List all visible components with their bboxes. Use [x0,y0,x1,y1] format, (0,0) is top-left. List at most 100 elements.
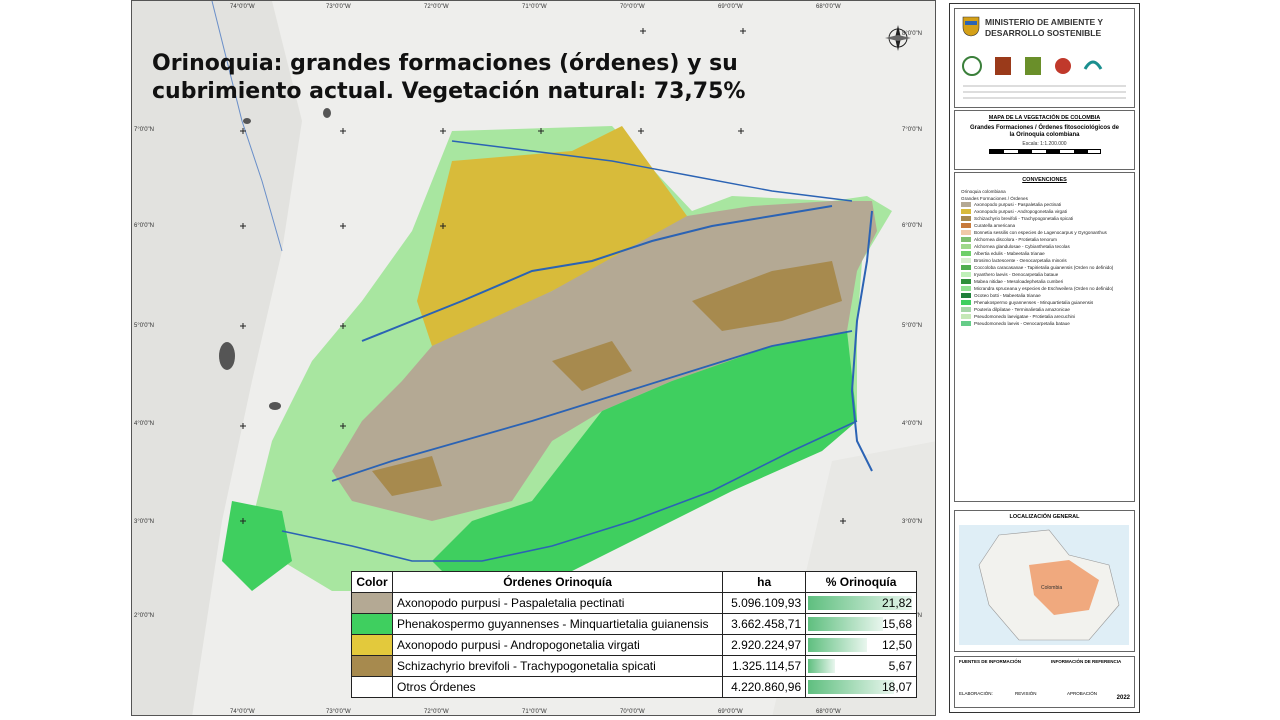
map-info-panel: MINISTERIO DE AMBIENTE Y DESARROLLO SOST… [949,3,1140,713]
legend-order-name: Otros Órdenes [391,676,724,698]
footer-aprobacion: APROBACIÓN [1067,691,1098,696]
side-legend-label: Ocoteo botti - Mabeetalia trianae [974,293,1041,298]
side-legend-item: Albertia edulis - Mabeetalia trianae [961,250,1128,257]
side-legend-label: Micrandra spruceana y especies de Eschwe… [974,286,1114,291]
legend-pct-value: 12,50 [881,638,912,652]
side-legend-label: Brosimo lactescente - Oenocarpetalia min… [974,258,1067,263]
legend-ha-value: 5.096.109,93 [722,592,807,614]
footer-elaboracion: ELABORACIÓN: [959,691,993,696]
institution-logos [961,55,1103,77]
header-orders: Órdenes Orinoquía [391,571,724,593]
legend-pct-value: 21,82 [881,596,912,610]
legend-row: Axonopodo purpusi - Paspaletalia pectina… [351,592,917,614]
coord-left-3: 5°0'0"N [134,323,155,329]
side-legend-label: Alchornea glandulosae - Cybianthetalia t… [974,244,1070,249]
footer-sources: FUENTES DE INFORMACIÓN [959,659,1022,664]
credits-line-1 [963,85,1126,87]
legend-table-header: Color Órdenes Orinoquía ha % Orinoquía [351,571,917,593]
ideam-logo-icon [1083,60,1103,70]
scale-bar [988,149,1101,154]
legend-pct-cell: 18,07 [805,676,917,698]
ministry-header: MINISTERIO DE AMBIENTE Y DESARROLLO SOST… [954,8,1135,108]
legend-ha-value: 2.920.224,97 [722,634,807,656]
legend-pct-cell: 5,67 [805,655,917,677]
header-pct: % Orinoquía [805,571,917,593]
map-subtitle-2: la Orinoquia colombiana [1009,132,1080,138]
side-legend-swatch [961,230,971,235]
side-legend-item: Micrandra spruceana y especies de Eschwe… [961,285,1128,292]
coord-right-2: 7°0'0"N [902,127,923,133]
conventions-block: CONVENCIONES Orinoquia colombiana Grande… [954,172,1135,502]
legend-ha-value: 4.220.860,96 [722,676,807,698]
coord-right-6: 3°0'0"N [902,519,923,525]
side-legend-label: Coccoloba caracasanae - Tapirietalia gui… [974,265,1114,270]
coord-top-6: 69°0'0"W [718,4,743,10]
legend-order-name: Axonopodo purpusi - Paspaletalia pectina… [391,592,724,614]
coord-bottom-3: 72°0'0"W [424,709,449,715]
legend-row: Axonopodo purpusi - Andropogonetalia vir… [351,634,917,656]
side-legend-item: Schizachyrio brevifoli - Trachypogonetal… [961,215,1128,222]
credits-line-2 [963,91,1126,93]
coord-top-2: 73°0'0"W [326,4,351,10]
panel-footer: FUENTES DE INFORMACIÓN INFORMACIÓN DE RE… [954,656,1135,708]
side-legend-list: Axonopodo purpusi - Paspaletalia pectina… [961,201,1128,327]
side-legend-swatch [961,265,971,270]
side-legend-swatch [961,244,971,249]
legend-pct-cell: 15,68 [805,613,917,635]
footer-reference: INFORMACIÓN DE REFERENCIA [1051,659,1122,664]
coord-top-3: 72°0'0"W [424,4,449,10]
legend-pct-cell: 12,50 [805,634,917,656]
side-legend-label: Curatella americana [974,223,1016,228]
side-legend-swatch [961,223,971,228]
legend-table-body: Axonopodo purpusi - Paspaletalia pectina… [351,592,917,698]
footer-revision: REVISIÓN [1015,691,1037,696]
coord-bottom-2: 73°0'0"W [326,709,351,715]
coord-left-5: 3°0'0"N [134,519,155,525]
side-legend-swatch [961,251,971,256]
side-legend-label: Axonopodo purpusi - Paspaletalia pectina… [974,202,1062,207]
side-legend-swatch [961,237,971,242]
coord-left-6: 2°0'0"N [134,613,155,619]
sinchi-logo-icon [995,57,1011,75]
side-legend-item: Alchornea discolora - Protietalia tenoru… [961,236,1128,243]
legend-pct-value: 18,07 [881,680,912,694]
side-legend-label: Schizachyrio brevifoli - Trachypogonetal… [974,216,1074,221]
coord-left-4: 4°0'0"N [134,421,155,427]
side-legend-swatch [961,258,971,263]
side-legend-label: Bonnetia sessilis con especies de Lageno… [974,230,1107,235]
legend-group-1: Orinoquia colombiana [961,189,1006,194]
side-legend-item: Ocoteo botti - Mabeetalia trianae [961,292,1128,299]
location-label: Colombia [1041,585,1063,591]
header-ha: ha [722,571,807,593]
humboldt-logo-icon [1025,57,1041,75]
city-bucaramanga [243,118,251,124]
credits-line-3 [963,97,1126,99]
coord-bottom-4: 71°0'0"W [522,709,547,715]
coord-bottom-1: 74°0'0"W [230,709,255,715]
side-legend-item: Alchornea glandulosae - Cybianthetalia t… [961,243,1128,250]
side-legend-item: Pseudomonedo laevis - Oenocarpetalia bat… [961,320,1128,327]
side-legend-swatch [961,307,971,312]
coord-bottom-6: 69°0'0"W [718,709,743,715]
university-logo-icon [962,56,982,76]
side-legend-label: Pouteria dilpilatae - Terminalietalia am… [974,307,1070,312]
legend-ha-value: 3.662.458,71 [722,613,807,635]
side-legend-item: Axonopodo purpusi - Andropogonetalia vir… [961,208,1128,215]
side-legend-label: Phenakospermo guyannenses - Minquartieta… [974,300,1094,305]
side-legend-swatch [961,314,971,319]
coord-right-4: 5°0'0"N [902,323,923,329]
coord-right-5: 4°0'0"N [902,421,923,427]
coord-bottom-5: 70°0'0"W [620,709,645,715]
side-legend-item: Mabea nitidae - Mesoloadephetalia cumber… [961,278,1128,285]
map-subtitle-1: Grandes Formaciones / Órdenes fitosociol… [969,125,1120,131]
legend-color-swatch [351,634,393,656]
legend-order-name: Phenakospermo guyannenses - Minquartieta… [391,613,724,635]
legend-color-swatch [351,613,393,635]
side-legend-label: Albertia edulis - Mabeetalia trianae [974,251,1045,256]
coord-bottom-7: 68°0'0"W [816,709,841,715]
legend-ha-value: 1.325.114,57 [722,655,807,677]
legend-row: Schizachyrio brevifoli - Trachypogonetal… [351,655,917,677]
city-bogota [219,342,235,370]
coord-top-5: 70°0'0"W [620,4,645,10]
side-legend-item: Iryanthero laevis - Oenocarpetalia batau… [961,271,1128,278]
